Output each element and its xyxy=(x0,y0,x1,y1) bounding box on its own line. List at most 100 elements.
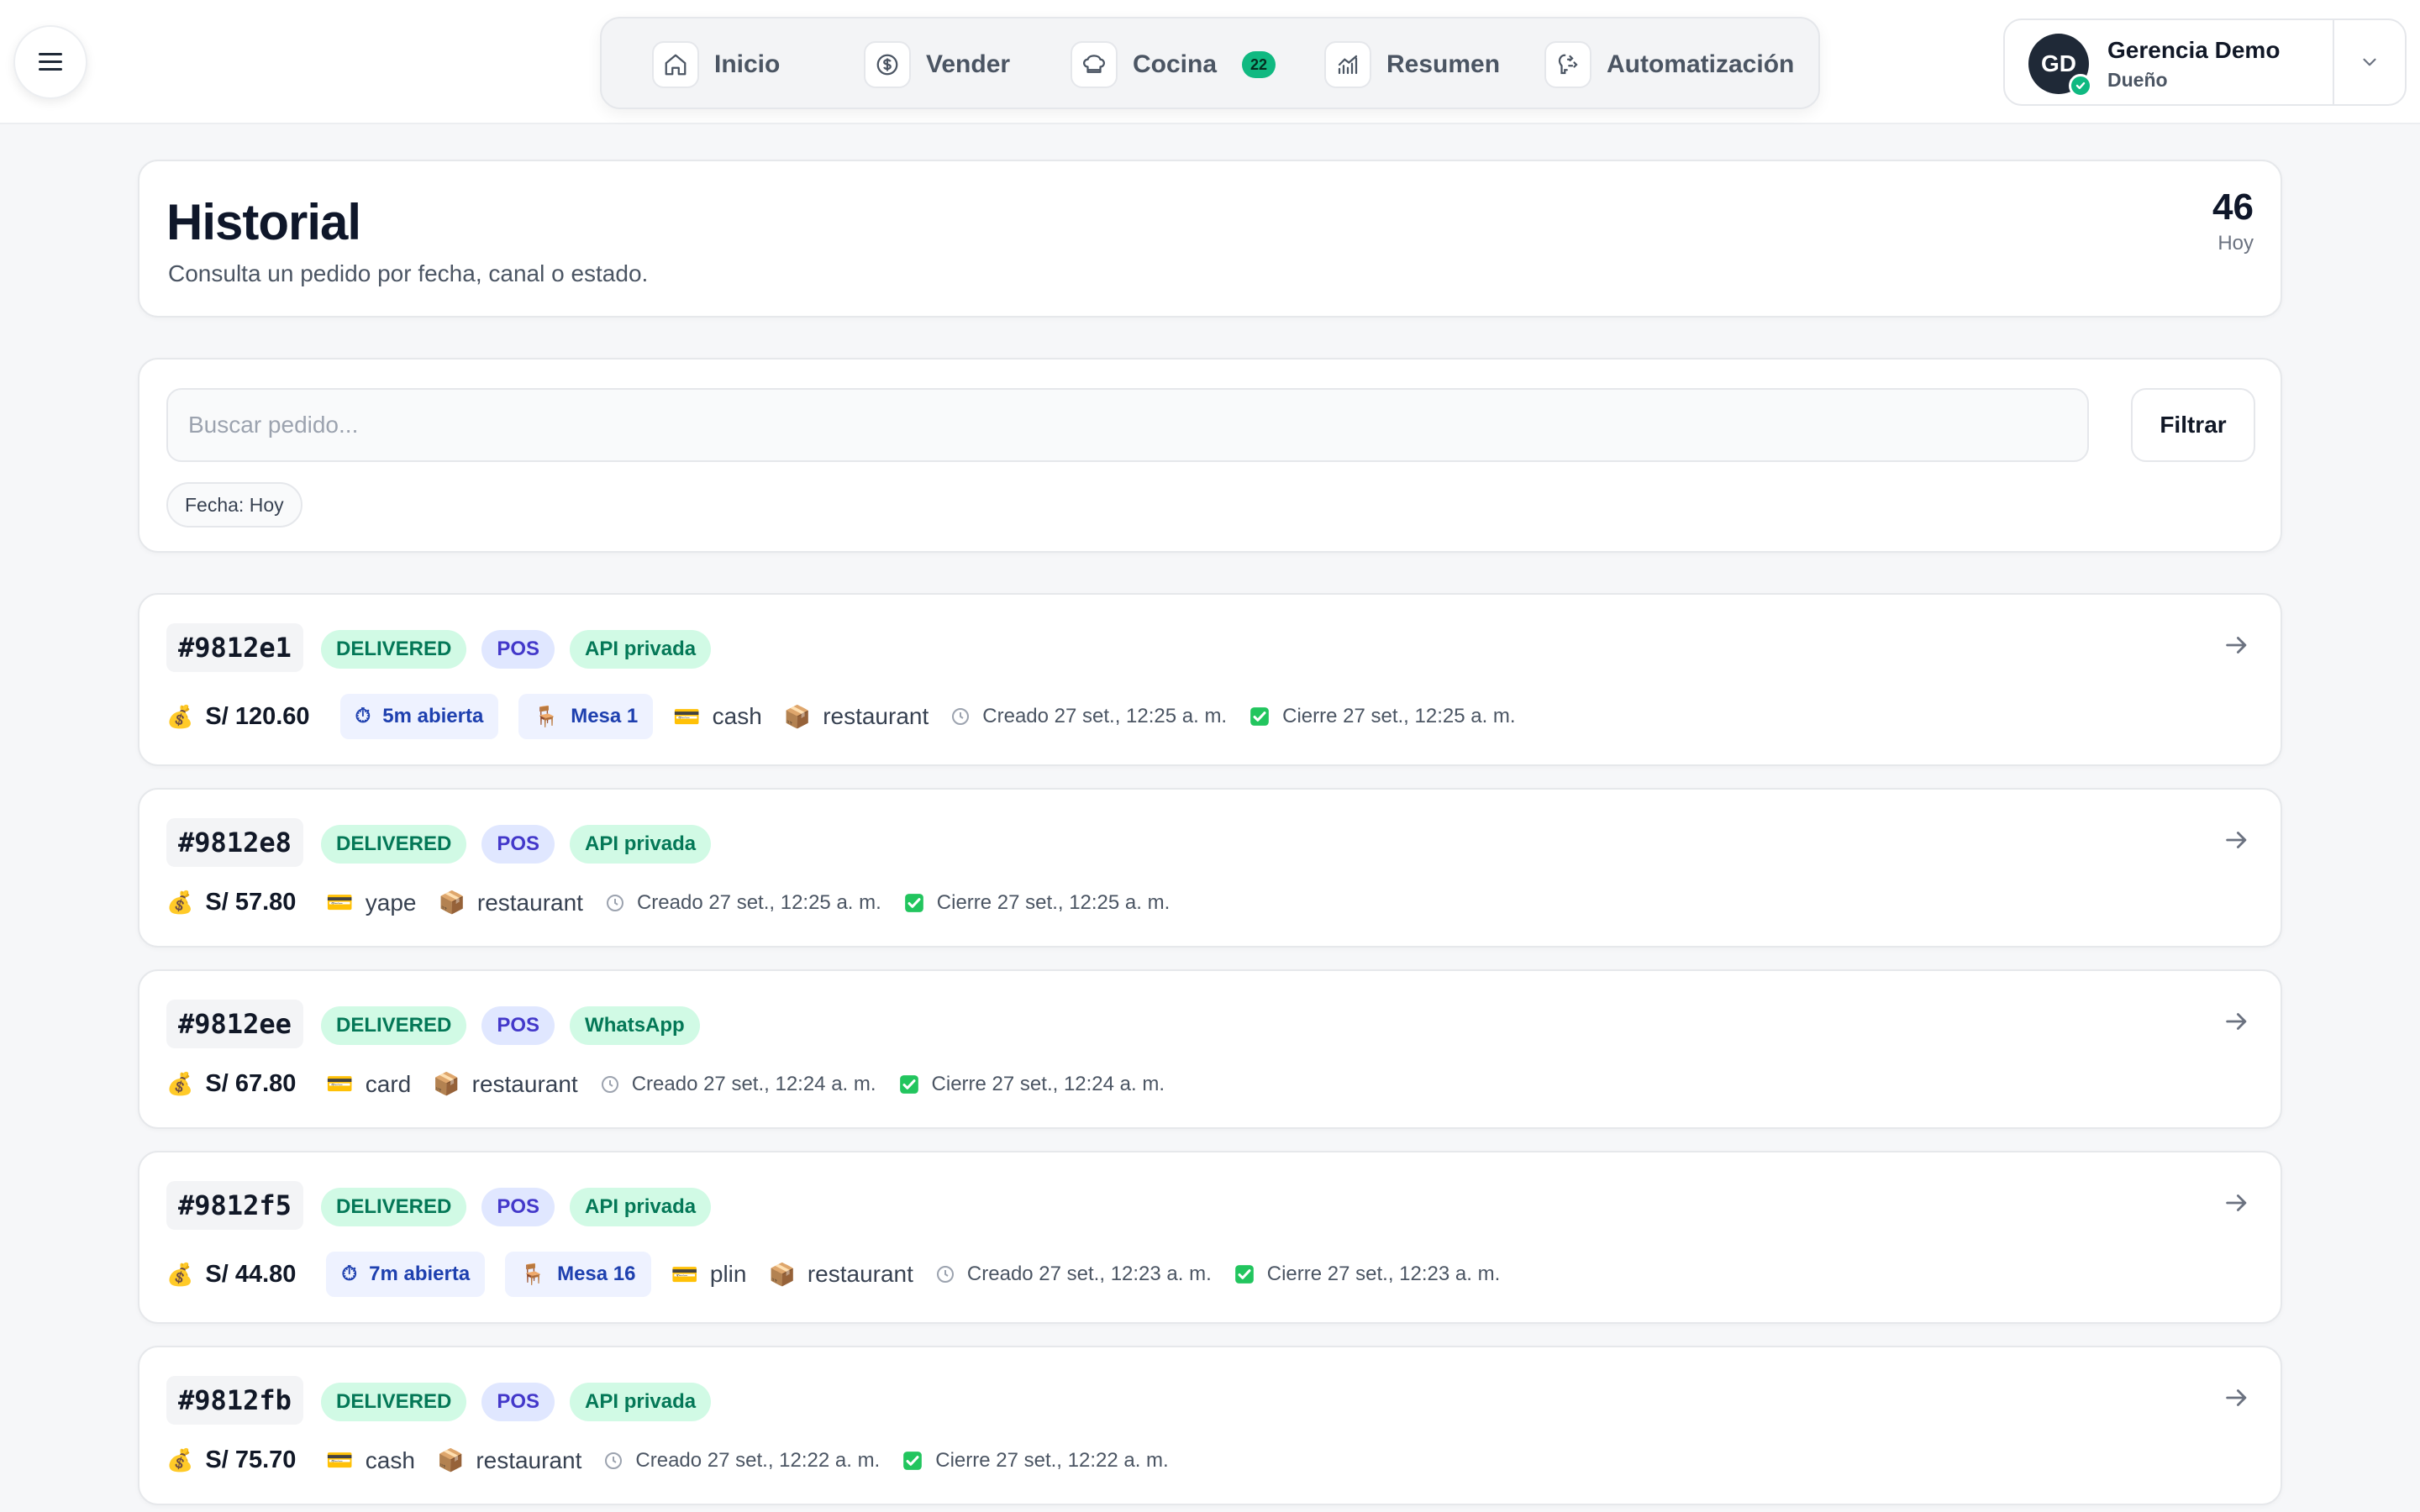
nav-label: Automatización xyxy=(1607,50,1795,78)
closed-time: Cierre 27 set., 12:24 a. m. xyxy=(931,1072,1165,1095)
arrow-right-icon[interactable] xyxy=(2218,822,2255,858)
nav-label: Resumen xyxy=(1386,50,1501,78)
created-time: Creado 27 set., 12:23 a. m. xyxy=(966,1263,1212,1285)
order-type: restaurant xyxy=(823,703,929,729)
automation-icon xyxy=(1544,41,1591,88)
package-icon: 📦 xyxy=(783,703,812,729)
history-header: Historial Consulta un pedido por fecha, … xyxy=(138,160,2282,318)
nav-label: Inicio xyxy=(714,50,781,78)
money-bag-icon: 💰 xyxy=(166,1261,194,1287)
status-badge: DELIVERED xyxy=(321,825,467,864)
check-box-icon xyxy=(1249,706,1270,727)
online-check-icon xyxy=(2069,74,2092,97)
user-name: Gerencia Demo xyxy=(2107,37,2281,63)
chart-icon xyxy=(1324,41,1371,88)
arrow-right-icon[interactable] xyxy=(2218,627,2255,664)
money-bag-icon: 💰 xyxy=(166,1071,194,1096)
page-subtitle: Consulta un pedido por fecha, canal o es… xyxy=(168,260,649,286)
nav-item-automatizacion[interactable]: Automatización xyxy=(1544,41,1794,88)
card-icon: 💳 xyxy=(673,703,701,729)
nav-item-vender[interactable]: Vender xyxy=(864,41,1010,88)
user-menu[interactable]: GD Gerencia Demo Dueño xyxy=(2003,18,2407,106)
open-time-badge: ⏱ 7m abierta xyxy=(326,1252,486,1297)
created-time: Creado 27 set., 12:25 a. m. xyxy=(636,890,881,914)
order-card[interactable]: #9812fb DELIVERED POS API privada 💰 S/ 7… xyxy=(138,1346,2282,1505)
closed-time: Cierre 27 set., 12:25 a. m. xyxy=(936,890,1171,914)
check-box-icon xyxy=(902,1450,923,1472)
order-id: #9812e1 xyxy=(166,623,303,672)
check-box-icon xyxy=(1234,1263,1255,1285)
closed-time: Cierre 27 set., 12:25 a. m. xyxy=(1282,705,1516,727)
card-icon: 💳 xyxy=(671,1261,698,1287)
channel-badge: API privada xyxy=(570,825,712,864)
card-icon: 💳 xyxy=(326,1071,354,1096)
chair-icon: 🪑 xyxy=(534,705,560,728)
nav-item-inicio[interactable]: Inicio xyxy=(652,41,780,88)
user-role: Dueño xyxy=(2107,69,2168,91)
order-type: restaurant xyxy=(807,1261,913,1287)
arrow-right-icon[interactable] xyxy=(2218,1003,2255,1040)
channel-badge: API privada xyxy=(570,630,712,669)
source-badge: POS xyxy=(481,630,555,669)
nav-item-resumen[interactable]: Resumen xyxy=(1324,41,1500,88)
source-badge: POS xyxy=(481,825,555,864)
search-input[interactable] xyxy=(166,388,2089,462)
nav-label: Cocina xyxy=(1133,50,1218,78)
arrow-right-icon[interactable] xyxy=(2218,1184,2255,1221)
stopwatch-icon: ⏱ xyxy=(355,705,371,727)
stopwatch-icon: ⏱ xyxy=(341,1263,358,1285)
status-badge: DELIVERED xyxy=(321,1188,467,1226)
filter-button[interactable]: Filtrar xyxy=(2131,388,2255,462)
filter-panel: Filtrar Fecha: Hoy xyxy=(138,358,2282,553)
created-time: Creado 27 set., 12:22 a. m. xyxy=(635,1448,881,1472)
check-box-icon xyxy=(898,1074,920,1095)
open-time-label: 7m abierta xyxy=(369,1263,471,1285)
arrow-right-icon[interactable] xyxy=(2218,1379,2255,1416)
orders-count: 46 xyxy=(2212,186,2254,228)
package-icon: 📦 xyxy=(768,1261,796,1287)
table-badge: 🪑 Mesa 1 xyxy=(518,694,654,739)
order-card[interactable]: #9812e8 DELIVERED POS API privada 💰 S/ 5… xyxy=(138,788,2282,948)
order-amount: S/ 57.80 xyxy=(205,889,297,916)
order-id: #9812ee xyxy=(166,1000,303,1048)
table-label: Mesa 16 xyxy=(557,1263,636,1285)
closed-time: Cierre 27 set., 12:23 a. m. xyxy=(1266,1263,1501,1285)
open-time-badge: ⏱ 5m abierta xyxy=(339,694,499,739)
payment-method: cash xyxy=(365,1446,415,1473)
home-icon xyxy=(652,41,699,88)
top-bar: Inicio Vender Cocina 22 Resumen Automati… xyxy=(0,0,2420,124)
hamburger-icon xyxy=(39,53,62,71)
created-time: Creado 27 set., 12:25 a. m. xyxy=(982,705,1228,727)
order-type: restaurant xyxy=(476,889,583,916)
clock-icon xyxy=(950,706,971,727)
payment-method: cash xyxy=(712,703,762,729)
order-card[interactable]: #9812f5 DELIVERED POS API privada 💰 S/ 4… xyxy=(138,1151,2282,1324)
status-badge: DELIVERED xyxy=(321,630,467,669)
order-card[interactable]: #9812e1 DELIVERED POS API privada 💰 S/ 1… xyxy=(138,593,2282,766)
package-icon: 📦 xyxy=(438,890,466,915)
clock-icon xyxy=(600,1074,620,1095)
order-type: restaurant xyxy=(476,1446,582,1473)
order-amount: S/ 44.80 xyxy=(205,1260,297,1288)
menu-button[interactable] xyxy=(13,25,87,99)
channel-badge: API privada xyxy=(570,1383,712,1421)
order-id: #9812fb xyxy=(166,1376,303,1425)
money-bag-icon: 💰 xyxy=(166,703,194,729)
order-type: restaurant xyxy=(471,1070,578,1097)
clock-icon xyxy=(603,1451,623,1471)
date-filter-chip[interactable]: Fecha: Hoy xyxy=(166,482,302,528)
status-badge: DELIVERED xyxy=(321,1383,467,1421)
nav-label: Vender xyxy=(926,50,1011,78)
payment-method: plin xyxy=(709,1261,747,1287)
card-icon: 💳 xyxy=(326,890,354,915)
nav-item-cocina[interactable]: Cocina 22 xyxy=(1071,41,1276,88)
source-badge: POS xyxy=(481,1188,555,1226)
dollar-icon xyxy=(864,41,911,88)
clock-icon xyxy=(935,1264,955,1284)
chevron-down-icon[interactable] xyxy=(2333,20,2407,104)
created-time: Creado 27 set., 12:24 a. m. xyxy=(631,1072,876,1095)
orders-count-label: Hoy xyxy=(2217,232,2254,255)
order-card[interactable]: #9812ee DELIVERED POS WhatsApp 💰 S/ 67.8… xyxy=(138,969,2282,1129)
kitchen-count-badge: 22 xyxy=(1242,51,1276,78)
check-box-icon xyxy=(903,892,925,914)
